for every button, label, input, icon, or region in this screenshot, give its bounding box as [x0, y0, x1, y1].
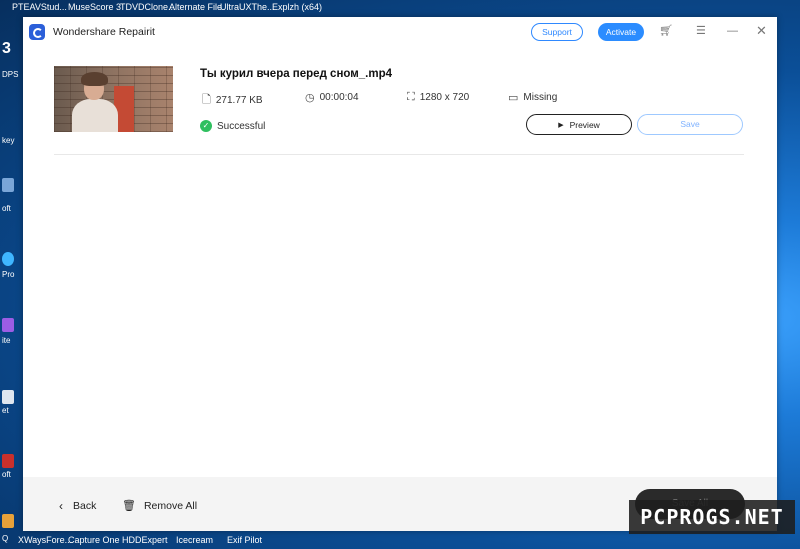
desktop-icon-label[interactable]: Exif Pilot: [227, 535, 262, 545]
desktop-icon-label[interactable]: UltraUXThe...: [220, 2, 275, 12]
trash-icon: 🗑︎: [122, 500, 136, 512]
desktop-icon-label[interactable]: MuseScore 3: [68, 2, 121, 12]
title-bar[interactable]: Wondershare Repairit Support Activate 🛒︎…: [23, 17, 777, 47]
file-size: 🗋︎ 271.77 KB: [202, 91, 263, 110]
preview-button[interactable]: ▶ Preview: [526, 114, 632, 135]
file-duration: ◷ 00:00:04: [305, 91, 359, 104]
file-size-value: 271.77 KB: [215, 95, 263, 106]
app-title: Wondershare Repairit: [53, 26, 155, 38]
repair-status-text: Successful: [217, 120, 266, 132]
file-item: Ты курил вчера перед сном_.mp4 🗋︎ 271.77…: [54, 66, 744, 155]
file-audio: ▭ Missing: [508, 91, 557, 104]
close-icon[interactable]: ✕: [756, 24, 767, 38]
desktop-icon-label[interactable]: oft: [2, 470, 22, 479]
remove-all-button[interactable]: 🗑︎ Remove All: [122, 499, 198, 513]
file-resolution: ⛶ 1280 x 720: [407, 91, 469, 104]
play-icon: ▶: [558, 121, 564, 129]
back-button-label: Back: [73, 500, 97, 512]
preview-button-label: Preview: [569, 119, 600, 130]
desktop-icon-label[interactable]: DPS: [2, 70, 22, 79]
desktop-icon-label[interactable]: key: [2, 136, 22, 145]
desktop-icon[interactable]: [2, 252, 22, 268]
support-button[interactable]: Support: [531, 23, 583, 41]
repair-status: ✓ Successful: [200, 120, 265, 132]
save-button[interactable]: Save: [637, 114, 743, 135]
video-thumbnail[interactable]: [54, 66, 173, 132]
video-frame-icon: ▭: [508, 92, 519, 104]
clock-icon: ◷: [305, 92, 315, 104]
desktop-icon-label[interactable]: HDDExpert: [122, 535, 168, 545]
desktop-icon-label[interactable]: PTEAVStud...: [12, 2, 67, 12]
desktop-icon-label[interactable]: oft: [2, 204, 22, 213]
desktop-icon[interactable]: [2, 514, 22, 530]
check-circle-icon: ✓: [200, 120, 212, 132]
watermark: PCPROGS.NET: [629, 500, 795, 534]
desktop-icon-label[interactable]: et: [2, 406, 22, 415]
desktop-icon-label[interactable]: Pro: [2, 270, 22, 279]
desktop-icon-label[interactable]: Alternate File: [169, 2, 222, 12]
desktop-top-icons: PTEAVStud... MuseScore 3 TDVDClone... Al…: [0, 0, 800, 14]
app-logo-icon: [29, 24, 45, 40]
menu-icon[interactable]: ☰: [696, 24, 706, 38]
desktop-icon-label[interactable]: XWaysFore...: [18, 535, 72, 545]
desktop-icon[interactable]: [2, 454, 22, 470]
remove-all-button-label: Remove All: [143, 499, 198, 512]
desktop-icon-label[interactable]: Icecream: [176, 535, 213, 545]
activate-button[interactable]: Activate: [598, 23, 644, 41]
desktop-icon-label[interactable]: TDVDClone...: [120, 2, 176, 12]
chevron-left-icon: ‹: [59, 499, 63, 513]
back-button[interactable]: ‹ Back: [59, 499, 96, 513]
resolution-icon: ⛶: [407, 91, 415, 103]
desktop-icon-label[interactable]: Explzh (x64): [272, 2, 322, 12]
minimize-icon[interactable]: —: [727, 24, 738, 38]
cart-icon[interactable]: 🛒︎: [659, 24, 673, 38]
desktop-icon[interactable]: [2, 390, 22, 406]
file-duration-value: 00:00:04: [319, 92, 359, 103]
file-icon: 🗋︎: [202, 94, 211, 106]
desktop-icon-label[interactable]: 3: [2, 40, 22, 58]
desktop-icon[interactable]: [2, 318, 22, 334]
desktop-icon-label[interactable]: ite: [2, 336, 22, 345]
file-resolution-value: 1280 x 720: [419, 92, 470, 103]
file-audio-value: Missing: [523, 92, 558, 103]
app-window: Wondershare Repairit Support Activate 🛒︎…: [23, 17, 777, 531]
desktop-icon-label[interactable]: Capture One: [68, 535, 120, 545]
file-name: Ты курил вчера перед сном_.mp4: [200, 68, 393, 80]
desktop-left-icons: 3 DPS key oft Pro ite et oft Q: [0, 18, 22, 543]
desktop-icon[interactable]: [2, 178, 22, 194]
file-list: Ты курил вчера перед сном_.mp4 🗋︎ 271.77…: [23, 47, 777, 477]
